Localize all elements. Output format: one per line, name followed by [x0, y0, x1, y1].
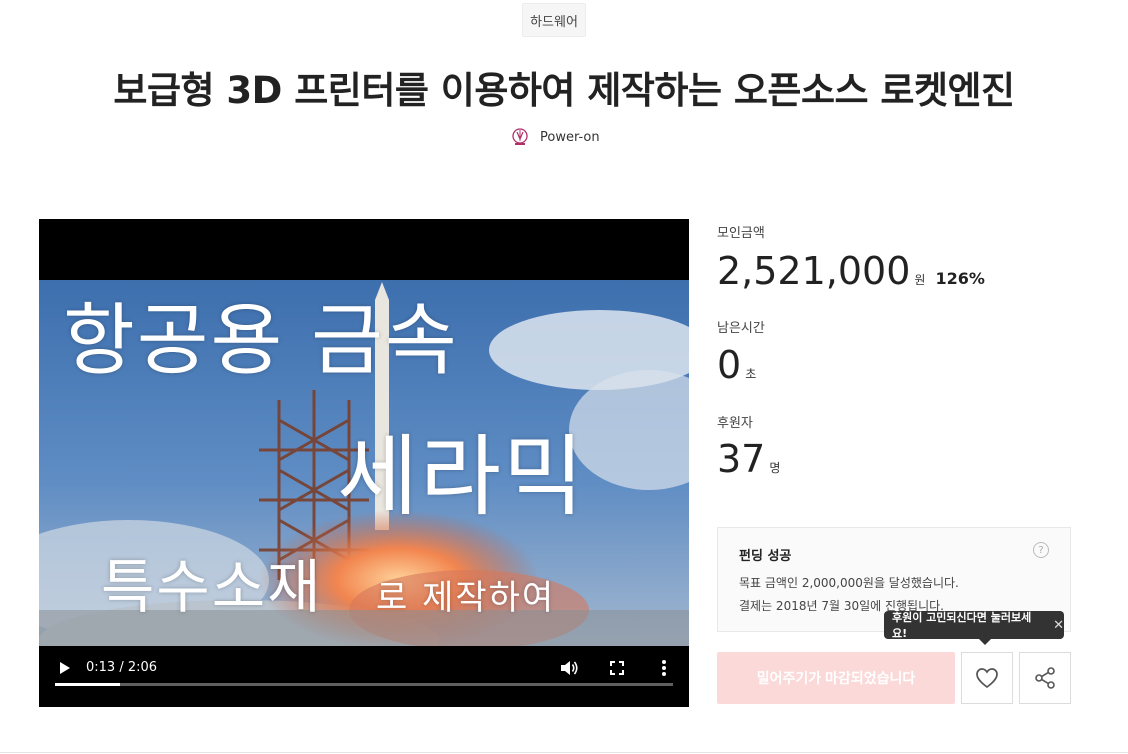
time-row: 0 초 [717, 346, 756, 384]
time-value: 0 [717, 343, 742, 387]
tooltip-text: 후원이 고민되신다면 눌러보세요! [892, 611, 1032, 640]
volume-icon[interactable] [558, 657, 580, 679]
video-time: 0:13 / 2:06 [86, 660, 158, 675]
more-options-icon[interactable] [656, 657, 672, 679]
project-title: 보급형 3D 프린터를 이용하여 제작하는 오픈소스 로켓엔진 [113, 69, 1015, 112]
share-icon [1035, 667, 1055, 689]
amount-percent: 126% [935, 269, 985, 288]
video-caption-line2: 세라믹 [337, 425, 586, 528]
backers-label: 후원자 [717, 416, 753, 431]
heart-icon [976, 668, 998, 689]
support-button[interactable]: 밀어주기가 마감되었습니다 [717, 652, 955, 704]
share-button[interactable] [1019, 652, 1071, 704]
backers-value: 37 [717, 437, 766, 481]
backers-row: 37 명 [717, 440, 780, 478]
amount-unit: 원 [914, 273, 926, 287]
video-progress-bar[interactable] [55, 683, 673, 686]
category-tag[interactable]: 하드웨어 [522, 3, 586, 37]
funding-goal-text: 목표 금액인 2,000,000원을 달성했습니다. [739, 576, 959, 590]
video-player[interactable]: 항공용 금속 세라믹 특수소재 로 제작하여 0:13 / 2:06 [39, 219, 689, 707]
like-button[interactable] [961, 652, 1013, 704]
like-tooltip: 후원이 고민되신다면 눌러보세요! ✕ [884, 611, 1064, 645]
maker-name[interactable]: Power-on [540, 130, 600, 145]
time-label: 남은시간 [717, 321, 765, 336]
fullscreen-icon[interactable] [606, 657, 628, 679]
section-divider [0, 752, 1128, 753]
amount-row: 2,521,000 원 126% [717, 252, 985, 290]
time-unit: 초 [745, 367, 757, 381]
amount-value: 2,521,000 [717, 249, 911, 293]
play-icon[interactable] [55, 658, 75, 678]
video-caption-line1: 항공용 금속 [63, 296, 459, 386]
video-progress-fill [55, 683, 120, 686]
help-icon[interactable]: ? [1033, 542, 1049, 558]
backers-unit: 명 [769, 461, 781, 475]
video-caption-line3: 특수소재 [101, 553, 323, 621]
funding-status-title: 펀딩 성공 [739, 549, 792, 564]
video-caption-line4: 로 제작하여 [376, 578, 556, 618]
close-icon[interactable]: ✕ [1053, 618, 1064, 633]
video-controls: 0:13 / 2:06 [39, 646, 689, 707]
maker-info[interactable]: Power-on [510, 125, 600, 149]
maker-logo [510, 127, 530, 147]
amount-label: 모인금액 [717, 226, 765, 241]
video-frame[interactable]: 항공용 금속 세라믹 특수소재 로 제작하여 [39, 280, 689, 646]
